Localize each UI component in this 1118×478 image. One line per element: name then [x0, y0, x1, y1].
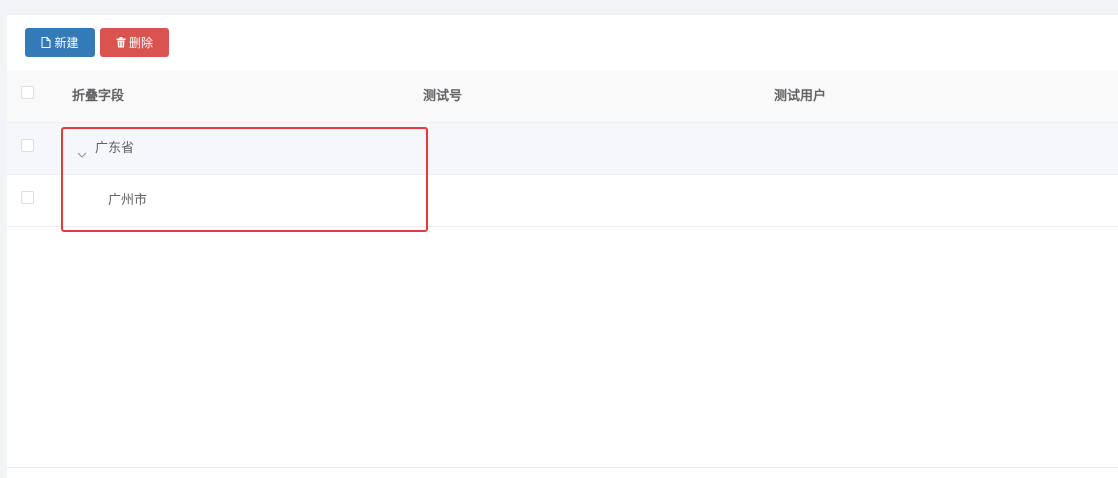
- new-button[interactable]: 新建: [25, 28, 95, 57]
- new-button-label: 新建: [54, 35, 79, 50]
- row-checkbox[interactable]: [21, 191, 34, 204]
- data-table: 折叠字段 测试号 测试用户 广东省 广州市: [7, 70, 1118, 227]
- row-checkbox[interactable]: [21, 139, 34, 152]
- chevron-down-icon[interactable]: [77, 144, 87, 163]
- column-header-test-number[interactable]: 测试号: [423, 70, 462, 123]
- select-all-checkbox[interactable]: [21, 86, 34, 99]
- table-header: 折叠字段 测试号 测试用户: [7, 70, 1118, 123]
- trash-icon: [116, 37, 126, 48]
- toolbar: 新建 删除: [25, 28, 169, 57]
- column-header-test-user[interactable]: 测试用户: [774, 70, 826, 123]
- table-row[interactable]: 广东省: [7, 123, 1118, 175]
- delete-button-label: 删除: [128, 35, 153, 50]
- table-panel: 新建 删除 折叠字段 测试号 测试用户 广东省 广州市: [7, 14, 1118, 478]
- file-icon: [41, 37, 51, 48]
- column-header-fold-field[interactable]: 折叠字段: [72, 70, 124, 123]
- table-bottom-border: [7, 467, 1118, 468]
- tree-node-label: 广东省: [95, 141, 135, 156]
- delete-button[interactable]: 删除: [100, 28, 169, 57]
- table-row[interactable]: 广州市: [7, 175, 1118, 227]
- tree-node-label: 广州市: [108, 193, 148, 208]
